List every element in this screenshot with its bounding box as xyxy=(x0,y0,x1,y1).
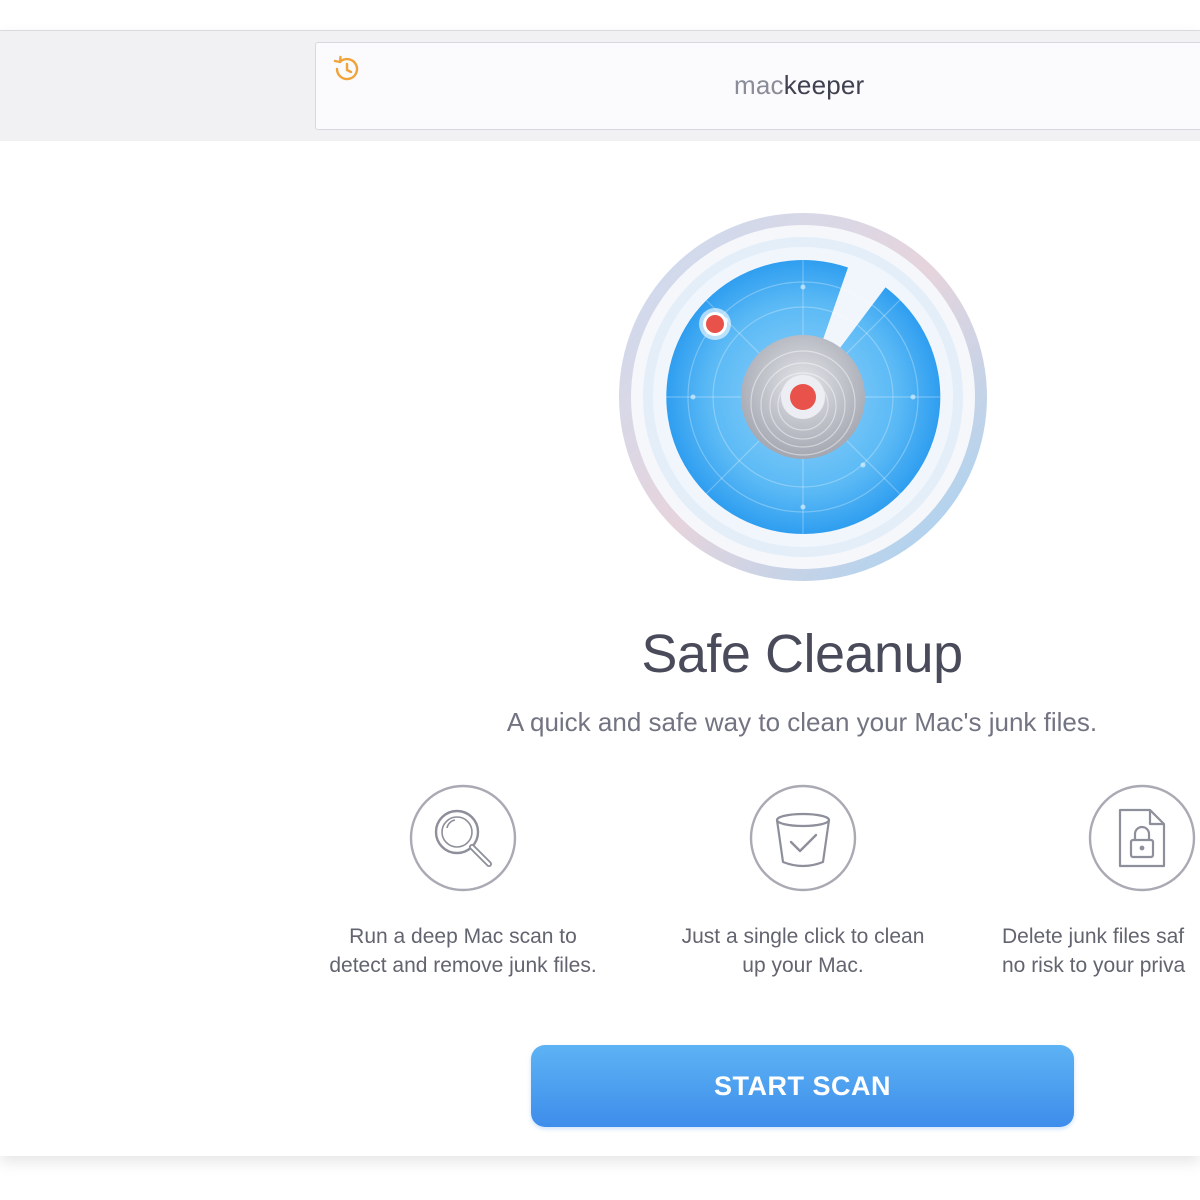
app-logo: mackeeper xyxy=(734,70,864,101)
feature-line: Delete junk files saf xyxy=(1002,925,1185,948)
trash-check-icon xyxy=(749,784,857,892)
logo-keeper: keeper xyxy=(783,70,865,100)
feature-item-scan: Run a deep Mac scan to detect and remove… xyxy=(303,922,623,980)
feature-item-click: Just a single click to clean up your Mac… xyxy=(643,922,963,980)
page-title: Safe Cleanup xyxy=(641,624,963,684)
feature-line: no risk to your priva xyxy=(1002,954,1186,977)
feature-line: detect and remove junk files. xyxy=(329,954,597,977)
start-scan-button[interactable]: START SCAN xyxy=(531,1045,1074,1127)
magnifier-icon xyxy=(409,784,517,892)
toolbar: mackeeper xyxy=(0,31,1200,141)
page-subtitle: A quick and safe way to clean your Mac's… xyxy=(506,707,1098,737)
locked-file-icon xyxy=(1088,784,1196,892)
radar-illustration xyxy=(619,213,987,581)
title-bar: mackeeper xyxy=(315,42,1200,130)
history-icon[interactable] xyxy=(330,53,362,85)
feature-line: Run a deep Mac scan to xyxy=(349,925,577,948)
feature-line: up your Mac. xyxy=(742,954,864,977)
logo-mac: mac xyxy=(734,70,784,100)
feature-line: Just a single click to clean xyxy=(681,925,925,948)
feature-item-privacy: Delete junk files saf no risk to your pr… xyxy=(990,922,1200,980)
app-window: mackeeper Safe Cleanup A quick and safe … xyxy=(0,30,1200,1156)
